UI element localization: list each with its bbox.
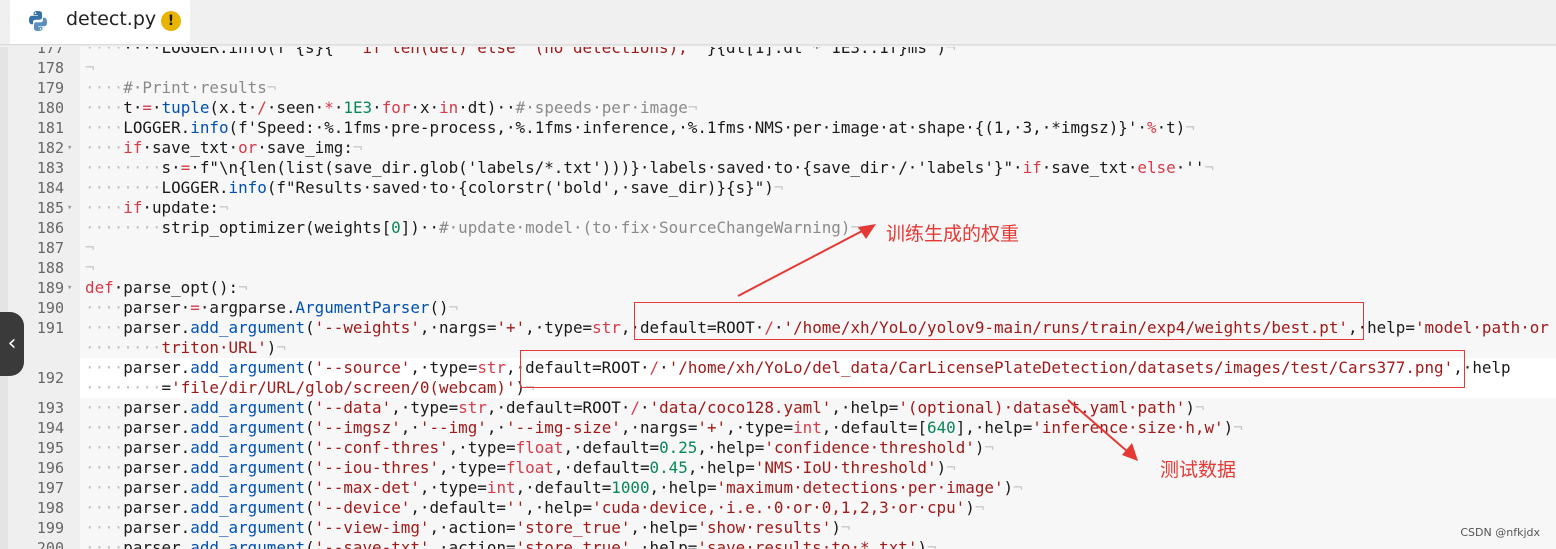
tab-bar: detect.py ! [0,0,1556,44]
weights-annotation-label: 训练生成的权重 [886,223,1020,245]
collapse-panel-chevron-left-icon[interactable]: ‹ [0,312,24,376]
tab-detect-py[interactable]: detect.py ! [10,0,190,44]
arrow-test-line [1067,399,1129,453]
annotation-arrows [737,224,1138,461]
python-icon [29,11,47,31]
arrow-weights-line [737,229,865,297]
warning-icon[interactable]: ! [161,11,181,31]
arrow-test-head [1122,443,1138,461]
code-editor[interactable]: 177 178 179 180 181 182 ▾ 183 184 185 ▾ 186 187 188 18… [0,44,1556,549]
test-data-annotation-label: 测试数据 [1160,459,1237,481]
watermark: CSDN @nfkjdx [1460,526,1540,539]
tab-title: detect.py [66,8,157,30]
